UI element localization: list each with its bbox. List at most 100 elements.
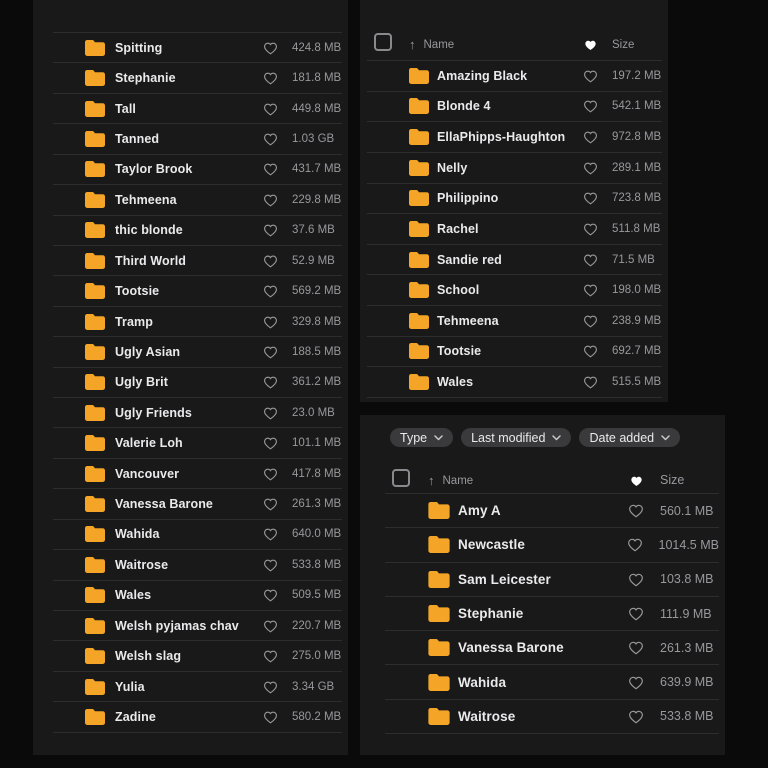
- favorite-icon[interactable]: [574, 283, 606, 297]
- favorite-icon[interactable]: [574, 130, 606, 144]
- favorite-icon[interactable]: [620, 675, 652, 690]
- favorite-icon[interactable]: [254, 162, 286, 176]
- folder-row[interactable]: Ugly Asian 188.5 MB: [53, 337, 342, 367]
- favorite-icon[interactable]: [254, 527, 286, 541]
- favorite-icon[interactable]: [254, 284, 286, 298]
- favorite-icon[interactable]: [254, 436, 286, 450]
- size-column-header[interactable]: Size: [612, 39, 662, 51]
- folder-row[interactable]: Welsh pyjamas chav 220.7 MB: [53, 611, 342, 641]
- favorite-icon[interactable]: [620, 572, 652, 587]
- filter-chip-label: Type: [400, 431, 427, 445]
- select-all-checkbox[interactable]: [367, 33, 409, 51]
- favorites-column-header[interactable]: [574, 39, 606, 51]
- favorite-icon[interactable]: [574, 99, 606, 113]
- favorite-icon[interactable]: [574, 253, 606, 267]
- folder-row[interactable]: Tehmeena 229.8 MB: [53, 185, 342, 215]
- favorite-icon[interactable]: [254, 132, 286, 146]
- select-all-checkbox[interactable]: [385, 469, 428, 487]
- favorite-icon[interactable]: [620, 606, 652, 621]
- folder-row[interactable]: Stephanie 111.9 MB: [385, 597, 719, 631]
- folder-row[interactable]: Vanessa Barone 261.3 MB: [53, 489, 342, 519]
- favorite-icon[interactable]: [254, 467, 286, 481]
- favorite-icon[interactable]: [254, 680, 286, 694]
- favorite-icon[interactable]: [574, 344, 606, 358]
- folder-row[interactable]: Sam Leicester 103.8 MB: [385, 563, 719, 597]
- folder-row[interactable]: Wales 509.5 MB: [53, 581, 342, 611]
- size-column-header[interactable]: Size: [660, 473, 719, 487]
- folder-row[interactable]: Yulia 3.34 GB: [53, 672, 342, 702]
- folder-row[interactable]: Waitrose 533.8 MB: [385, 700, 719, 734]
- filter-chip[interactable]: Type: [390, 428, 453, 447]
- favorite-icon[interactable]: [254, 375, 286, 389]
- favorite-icon[interactable]: [620, 503, 652, 518]
- favorite-icon[interactable]: [254, 588, 286, 602]
- favorite-icon[interactable]: [254, 102, 286, 116]
- folder-row[interactable]: Tootsie 692.7 MB: [367, 337, 662, 368]
- favorite-icon[interactable]: [574, 191, 606, 205]
- favorite-icon[interactable]: [574, 222, 606, 236]
- folder-row[interactable]: Wahida 640.0 MB: [53, 520, 342, 550]
- folder-row[interactable]: EllaPhipps-Haughton 972.8 MB: [367, 122, 662, 153]
- folder-row[interactable]: Tehmeena 238.9 MB: [367, 306, 662, 337]
- folder-row[interactable]: Nelly 289.1 MB: [367, 153, 662, 184]
- folder-row[interactable]: Welsh slag 275.0 MB: [53, 641, 342, 671]
- folder-row[interactable]: Zadine 580.2 MB: [53, 702, 342, 732]
- folder-row[interactable]: Blonde 4 542.1 MB: [367, 92, 662, 123]
- folder-row[interactable]: Philippino 723.8 MB: [367, 184, 662, 215]
- favorite-icon[interactable]: [574, 375, 606, 389]
- name-column-header[interactable]: ↑ Name: [409, 38, 574, 51]
- folder-row[interactable]: Amazing Black 197.2 MB: [367, 61, 662, 92]
- folder-row[interactable]: Ugly Brit 361.2 MB: [53, 368, 342, 398]
- folder-size: 723.8 MB: [612, 192, 662, 204]
- favorites-column-header[interactable]: [620, 475, 652, 487]
- favorite-icon[interactable]: [574, 314, 606, 328]
- favorite-icon[interactable]: [254, 193, 286, 207]
- folder-row[interactable]: thic blonde 37.6 MB: [53, 216, 342, 246]
- folder-row[interactable]: School 198.0 MB: [367, 275, 662, 306]
- favorite-icon[interactable]: [619, 537, 651, 552]
- folder-row[interactable]: Rachel 511.8 MB: [367, 214, 662, 245]
- favorite-icon[interactable]: [574, 69, 606, 83]
- favorite-icon[interactable]: [254, 619, 286, 633]
- folder-row[interactable]: Vanessa Barone 261.3 MB: [385, 631, 719, 665]
- folder-row[interactable]: Stephanie 181.8 MB: [53, 63, 342, 93]
- favorite-icon[interactable]: [254, 558, 286, 572]
- folder-row[interactable]: Third World 52.9 MB: [53, 246, 342, 276]
- checkbox-box[interactable]: [374, 33, 392, 51]
- favorite-icon[interactable]: [254, 406, 286, 420]
- favorite-icon[interactable]: [254, 71, 286, 85]
- folder-row[interactable]: Tall 449.8 MB: [53, 94, 342, 124]
- folder-row[interactable]: Newcastle 1014.5 MB: [385, 528, 719, 562]
- filter-chip[interactable]: Date added: [579, 428, 680, 447]
- name-column-header[interactable]: ↑ Name: [428, 474, 620, 487]
- folder-row[interactable]: Amy A 560.1 MB: [385, 494, 719, 528]
- folder-size: 103.8 MB: [660, 572, 719, 586]
- folder-row[interactable]: Sandie red 71.5 MB: [367, 245, 662, 276]
- filter-chip[interactable]: Last modified: [461, 428, 571, 447]
- folder-row[interactable]: Vancouver 417.8 MB: [53, 459, 342, 489]
- folder-row[interactable]: Tramp 329.8 MB: [53, 307, 342, 337]
- folder-size: 261.3 MB: [660, 641, 719, 655]
- folder-row[interactable]: Taylor Brook 431.7 MB: [53, 155, 342, 185]
- favorite-icon[interactable]: [254, 41, 286, 55]
- favorite-icon[interactable]: [254, 315, 286, 329]
- favorite-icon[interactable]: [254, 345, 286, 359]
- folder-row[interactable]: Wales 515.5 MB: [367, 367, 662, 398]
- favorite-icon[interactable]: [254, 710, 286, 724]
- folder-row[interactable]: Tootsie 569.2 MB: [53, 276, 342, 306]
- favorite-icon[interactable]: [254, 497, 286, 511]
- favorite-icon[interactable]: [254, 223, 286, 237]
- folder-name: Vancouver: [115, 467, 254, 481]
- checkbox-box[interactable]: [392, 469, 410, 487]
- favorite-icon[interactable]: [620, 640, 652, 655]
- folder-row[interactable]: Ugly Friends 23.0 MB: [53, 398, 342, 428]
- folder-row[interactable]: Spitting 424.8 MB: [53, 33, 342, 63]
- favorite-icon[interactable]: [620, 709, 652, 724]
- folder-row[interactable]: Wahida 639.9 MB: [385, 665, 719, 699]
- favorite-icon[interactable]: [574, 161, 606, 175]
- folder-row[interactable]: Valerie Loh 101.1 MB: [53, 428, 342, 458]
- folder-row[interactable]: Tanned 1.03 GB: [53, 124, 342, 154]
- folder-row[interactable]: Waitrose 533.8 MB: [53, 550, 342, 580]
- favorite-icon[interactable]: [254, 254, 286, 268]
- favorite-icon[interactable]: [254, 649, 286, 663]
